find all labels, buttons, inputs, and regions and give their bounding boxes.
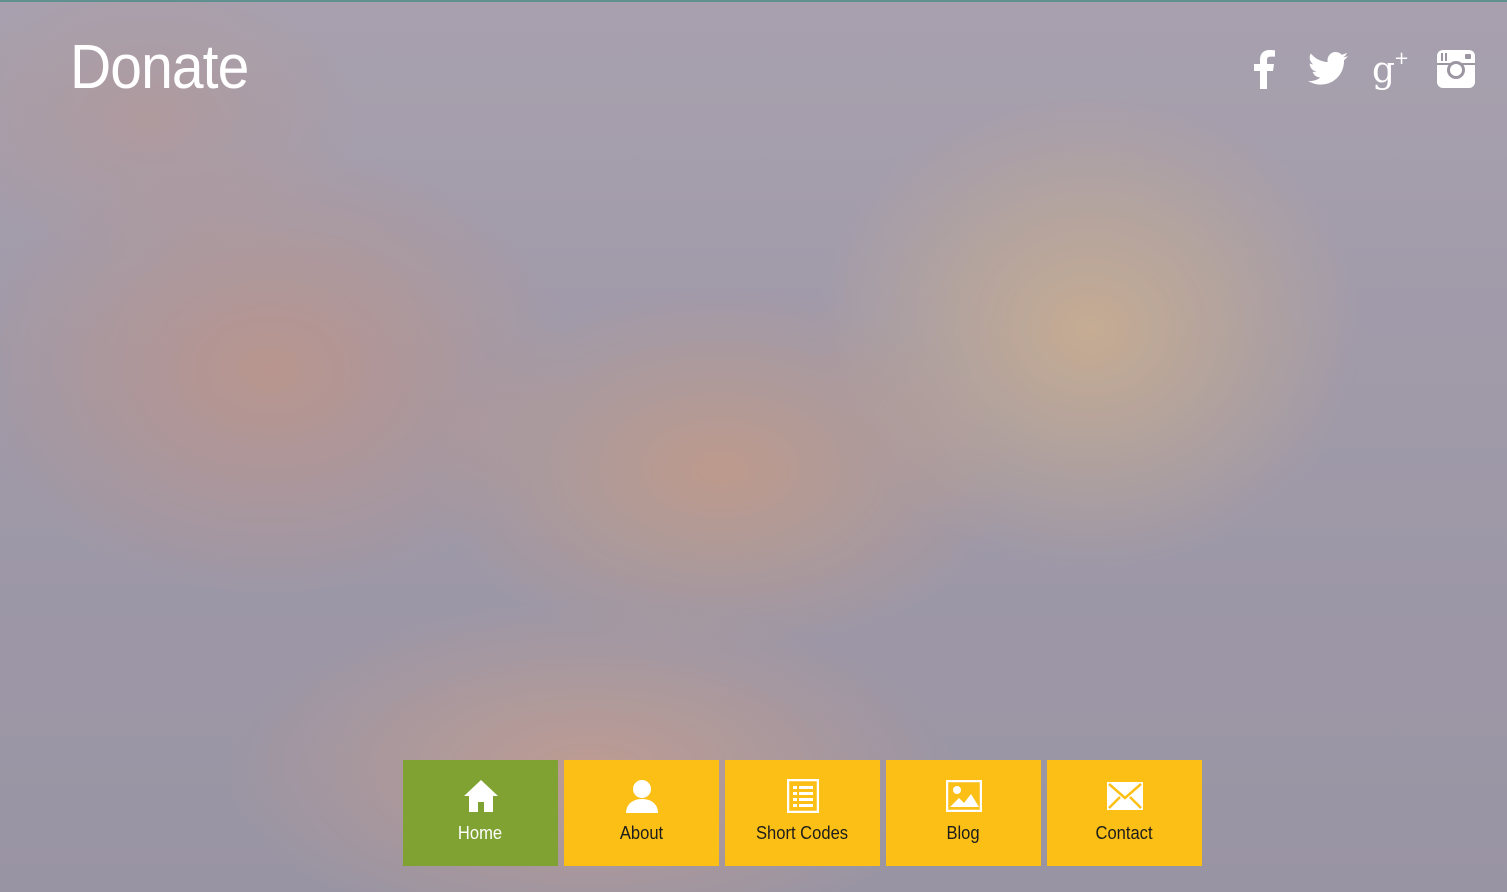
svg-text:+: + (1394, 48, 1409, 69)
nav-item-blog[interactable]: Blog (886, 760, 1041, 866)
nav-label-short-codes: Short Codes (756, 823, 849, 843)
main-navigation: Home About Short Codes Blog Contact (403, 760, 1202, 866)
nav-item-about[interactable]: About (564, 760, 719, 866)
instagram-icon (1436, 49, 1476, 89)
svg-text:g: g (1372, 50, 1395, 90)
nav-label-about: About (619, 823, 664, 843)
nav-label-blog: Blog (946, 823, 981, 843)
social-links: g + (1243, 48, 1477, 90)
user-icon (624, 778, 660, 814)
envelope-icon (1106, 778, 1143, 814)
picture-icon (945, 778, 982, 814)
google-plus-link[interactable]: g + (1371, 48, 1413, 90)
home-icon (463, 778, 499, 814)
facebook-link[interactable] (1243, 48, 1285, 90)
twitter-icon (1308, 52, 1348, 86)
nav-item-contact[interactable]: Contact (1047, 760, 1202, 866)
nav-item-home[interactable]: Home (403, 760, 558, 866)
nav-label-home: Home (458, 823, 503, 843)
facebook-icon (1253, 49, 1275, 89)
hero-section: Donate g + Home About Short Codes Blog C… (0, 0, 1507, 892)
top-accent-line (0, 0, 1507, 2)
nav-item-short-codes[interactable]: Short Codes (725, 760, 880, 866)
google-plus-icon: g + (1372, 48, 1412, 90)
list-icon (785, 778, 821, 814)
site-title[interactable]: Donate (70, 33, 249, 102)
twitter-link[interactable] (1307, 48, 1349, 90)
instagram-link[interactable] (1435, 48, 1477, 90)
nav-label-contact: Contact (1095, 823, 1154, 843)
